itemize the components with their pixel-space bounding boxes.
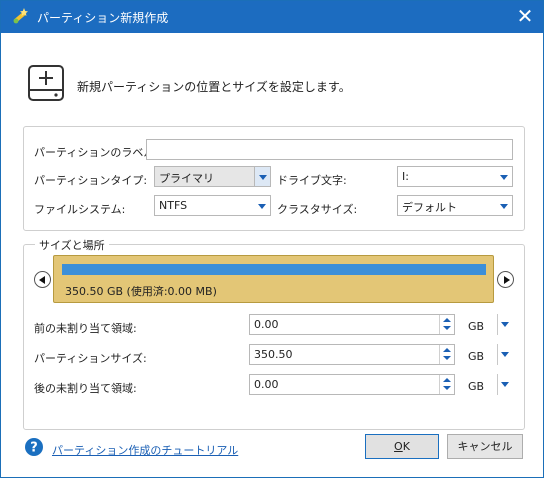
unallocated-after-value: 0.00 <box>254 378 279 391</box>
size-location-legend: サイズと場所 <box>35 237 109 253</box>
ok-label-rest: K <box>402 440 410 453</box>
file-system-value: NTFS <box>159 199 188 212</box>
svg-text:?: ? <box>30 441 38 456</box>
spin-down-icon[interactable] <box>443 326 451 330</box>
move-left-button[interactable] <box>34 271 51 288</box>
partition-size-caption: パーティションサイズ: <box>34 352 147 365</box>
spin-up-icon[interactable] <box>443 348 451 352</box>
partition-label-input[interactable] <box>146 139 513 160</box>
title-bar[interactable]: パーティション新規作成 ✕ <box>1 1 543 33</box>
chevron-down-icon <box>254 167 270 186</box>
spin-down-icon[interactable] <box>443 356 451 360</box>
move-right-button[interactable] <box>497 271 514 288</box>
unallocated-before-spinner[interactable]: 0.00 <box>249 314 455 335</box>
unit-label: GB <box>468 320 485 333</box>
ok-mnemonic: O <box>394 440 403 453</box>
unallocated-after-spinner[interactable]: 0.00 <box>249 374 455 395</box>
new-partition-dialog: パーティション新規作成 ✕ 新規パーティションの位置とサイズを設定します。 パー… <box>0 0 544 478</box>
spinner-buttons[interactable] <box>439 315 454 334</box>
cluster-size-caption: クラスタサイズ: <box>277 203 358 216</box>
partition-size-value: 350.50 <box>254 348 293 361</box>
partition-type-value: プライマリ <box>159 172 214 185</box>
chevron-down-icon <box>496 196 512 215</box>
cluster-size-select[interactable]: デフォルト <box>397 195 513 216</box>
window-title: パーティション新規作成 <box>37 11 169 25</box>
spin-down-icon[interactable] <box>443 386 451 390</box>
wand-icon <box>13 8 28 24</box>
drive-letter-select[interactable]: I: <box>397 166 513 187</box>
close-icon[interactable]: ✕ <box>513 5 537 29</box>
partition-label-caption: パーティションのラベル: <box>34 146 159 159</box>
question-circle-icon[interactable]: ? <box>24 437 44 457</box>
drive-letter-value: I: <box>402 170 409 183</box>
cancel-button[interactable]: キャンセル <box>447 434 523 459</box>
drive-letter-caption: ドライブ文字: <box>277 174 347 187</box>
partition-map-bar[interactable]: 350.50 GB (使用済:0.00 MB) <box>53 255 494 303</box>
cluster-size-value: デフォルト <box>402 201 457 214</box>
header-description: 新規パーティションの位置とサイズを設定します。 <box>77 80 351 94</box>
partition-type-select[interactable]: プライマリ <box>154 166 271 187</box>
ok-button[interactable]: OK <box>365 434 439 459</box>
spin-up-icon[interactable] <box>443 378 451 382</box>
tutorial-link[interactable]: パーティション作成のチュートリアル <box>52 442 238 458</box>
chevron-down-icon[interactable] <box>497 344 511 365</box>
unit-label: GB <box>468 350 485 363</box>
add-partition-icon <box>28 65 64 101</box>
chevron-down-icon[interactable] <box>497 314 511 335</box>
partition-size-spinner[interactable]: 350.50 <box>249 344 455 365</box>
chevron-down-icon[interactable] <box>497 374 511 395</box>
unallocated-before-value: 0.00 <box>254 318 279 331</box>
chevron-down-icon <box>254 196 270 215</box>
partition-used-fill <box>62 264 486 275</box>
file-system-select[interactable]: NTFS <box>154 195 271 216</box>
spin-up-icon[interactable] <box>443 318 451 322</box>
spinner-buttons[interactable] <box>439 345 454 364</box>
partition-size-text: 350.50 GB (使用済:0.00 MB) <box>65 285 217 298</box>
chevron-down-icon <box>496 167 512 186</box>
unallocated-after-caption: 後の未割り当て領域: <box>34 382 137 395</box>
partition-type-caption: パーティションタイプ: <box>34 174 148 187</box>
file-system-caption: ファイルシステム: <box>34 203 126 216</box>
unallocated-before-caption: 前の未割り当て領域: <box>34 322 137 335</box>
unit-label: GB <box>468 380 485 393</box>
spinner-buttons[interactable] <box>439 375 454 394</box>
